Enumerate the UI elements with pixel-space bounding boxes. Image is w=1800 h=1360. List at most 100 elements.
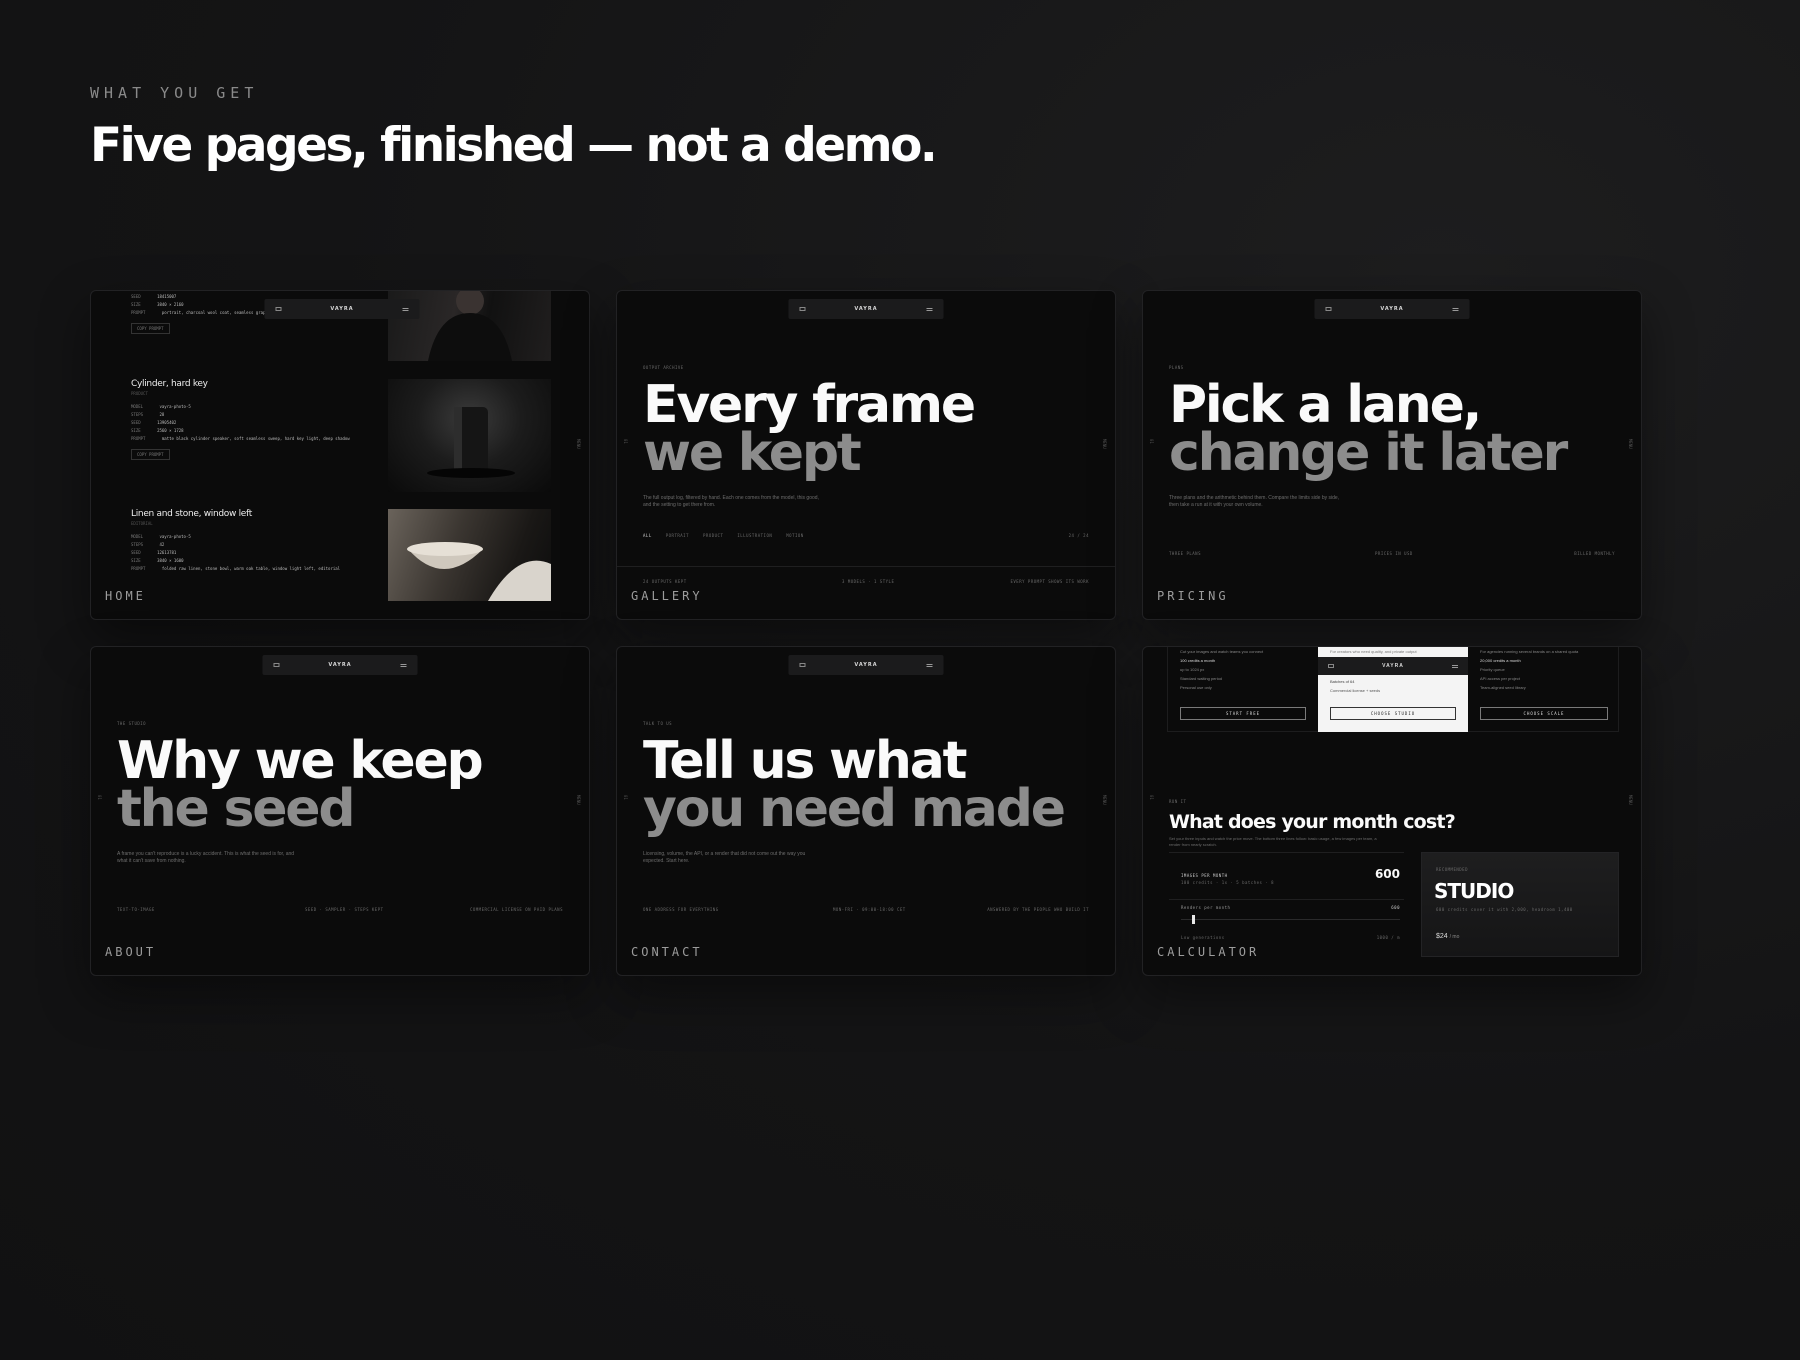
copy-prompt-button[interactable]: COPY PROMPT: [131, 323, 170, 334]
calc-intro: Set your three inputs and watch the pric…: [1169, 836, 1377, 847]
result-plan: STUDIO: [1434, 879, 1514, 903]
mini-nav: VAYRA: [264, 299, 420, 319]
gallery-headline: Every frame we kept: [643, 379, 976, 479]
mail-icon: [1328, 664, 1334, 668]
plan-line: 20,000 credits a month: [1480, 658, 1521, 663]
section-eyebrow: WHAT YOU GET: [90, 84, 259, 102]
about-footer-left: TEXT-TO-IMAGE: [117, 907, 155, 912]
contact-headline: Tell us what you need made: [643, 731, 1066, 839]
plan-line: For agencies running several brands on a…: [1480, 649, 1579, 654]
slider-min-label: Low generations: [1181, 935, 1225, 940]
side-tick: MENU: [1628, 795, 1633, 805]
gallery-count: 24 / 24: [1068, 533, 1089, 538]
meta-row: MODEL vayra-photo-5: [131, 404, 191, 409]
contact-eyebrow: TALK TO US: [643, 721, 673, 726]
pricing-footer-right: BILLED MONTHLY: [1574, 551, 1615, 556]
calc-inputs: IMAGES PER MONTH 100 credits · 1x · 5 ba…: [1169, 852, 1404, 942]
bowl-object: [407, 542, 551, 601]
bowl-photo: [388, 509, 551, 601]
result-panel: RECOMMENDED STUDIO 600 credits cover it …: [1421, 852, 1619, 957]
filter-all[interactable]: ALL: [643, 533, 652, 538]
about-intro: A frame you can't reproduce is a lucky a…: [117, 851, 295, 864]
side-tick: MENU: [1102, 795, 1107, 805]
start-free-button[interactable]: START FREE: [1180, 707, 1306, 720]
item-subtitle: EDITORIAL: [131, 521, 153, 526]
contact-footer-mid: MON-FRI · 09:00-18:00 CET: [833, 907, 906, 912]
card-label: HOME: [105, 589, 146, 603]
filter-motion[interactable]: MOTION: [786, 533, 803, 538]
item-title: Cylinder, hard key: [131, 379, 208, 389]
calc-eyebrow: RUN IT: [1169, 799, 1187, 804]
cylinder-photo: [388, 379, 551, 492]
mini-brand: VAYRA: [1382, 663, 1404, 669]
pricing-headline: Pick a lane, change it later: [1169, 375, 1568, 479]
mini-nav: VAYRA: [1318, 657, 1468, 675]
card-about[interactable]: VAYRA 01 MENU THE STUDIO Why we keep the…: [90, 646, 590, 976]
divider: [617, 566, 1115, 567]
filter-product[interactable]: PRODUCT: [703, 533, 723, 538]
pricing-footer-mid: PRICES IN USD: [1375, 551, 1413, 556]
card-calculator[interactable]: Cut your images and watch teams you conn…: [1142, 646, 1642, 976]
card-label: CONTACT: [631, 945, 703, 959]
cylinder-object: [427, 407, 515, 478]
plan-column: For agencies running several brands on a…: [1468, 647, 1620, 732]
mail-icon: [1325, 307, 1332, 311]
home-item-2: Linen and stone, window left EDITORIAL M…: [131, 509, 340, 573]
headline-line-1: Tell us what: [643, 731, 967, 791]
slider-thumb[interactable]: [1191, 915, 1195, 924]
home-item-1: Cylinder, hard key PRODUCT MODEL vayra-p…: [131, 379, 350, 461]
card-label: CALCULATOR: [1157, 945, 1260, 959]
copy-prompt-button[interactable]: COPY PROMPT: [131, 449, 170, 460]
page-title: Five pages, finished — not a demo.: [90, 118, 938, 173]
plan-line: up to 1024 px: [1180, 667, 1205, 672]
meta-row: STEPS 42: [131, 542, 165, 547]
about-eyebrow: THE STUDIO: [117, 721, 147, 726]
pricing-footer-left: THREE PLANS: [1169, 551, 1201, 556]
images-value: 600: [1374, 867, 1400, 881]
headline-line-2: the seed: [117, 779, 356, 839]
card-contact[interactable]: VAYRA 01 MENU TALK TO US Tell us what yo…: [616, 646, 1116, 976]
choose-scale-button[interactable]: CHOOSE SCALE: [1480, 707, 1608, 720]
pricing-eyebrow: PLANS: [1169, 365, 1184, 370]
meta-row: SIZE 2560 × 1728: [131, 428, 184, 433]
result-eyebrow: RECOMMENDED: [1436, 867, 1468, 872]
filter-portrait[interactable]: PORTRAIT: [666, 533, 689, 538]
contact-footer-right: ANSWERED BY THE PEOPLE WHO BUILD IT: [987, 907, 1089, 912]
plans-strip: Cut your images and watch teams you conn…: [1167, 647, 1619, 732]
contact-intro: Licensing, volume, the API, or a render …: [643, 851, 806, 864]
side-tick: MENU: [1102, 439, 1107, 449]
plan-line: 100 credits a month: [1180, 658, 1216, 663]
card-home[interactable]: VAYRA SEED 18415007 SIZE 3840 × 2160 PRO…: [90, 290, 590, 620]
plan-line: API access per project: [1480, 676, 1521, 681]
mini-nav: VAYRA: [262, 655, 418, 675]
calc-title: What does your month cost?: [1169, 811, 1456, 833]
plan-line: For creators who need quality, and priva…: [1330, 649, 1417, 654]
mini-brand: VAYRA: [330, 306, 354, 312]
side-tick: 01: [1149, 795, 1154, 800]
gallery-intro: The full output log, filtered by hand. E…: [643, 495, 819, 508]
mail-icon: [275, 307, 282, 311]
side-tick: 01: [97, 795, 102, 800]
meta-row: PROMPT portrait, charcoal wool coat, sea…: [131, 310, 278, 315]
contact-footer-left: ONE ADDRESS FOR EVERYTHING: [643, 907, 719, 912]
mini-nav: VAYRA: [788, 655, 944, 675]
meta-row: PROMPT matte black cylinder speaker, sof…: [131, 436, 350, 441]
mail-icon: [799, 307, 806, 311]
mail-icon: [273, 663, 280, 667]
renders-slider[interactable]: [1181, 915, 1400, 924]
item-title: Linen and stone, window left: [131, 509, 252, 519]
home-top-meta: SEED 18415007 SIZE 3840 × 2160 PROMPT po…: [131, 293, 277, 335]
result-note: 600 credits cover it with 2,000, headroo…: [1436, 907, 1573, 912]
mini-brand: VAYRA: [854, 306, 878, 312]
card-label: GALLERY: [631, 589, 703, 603]
card-gallery[interactable]: VAYRA 01 MENU OUTPUT ARCHIVE Every frame…: [616, 290, 1116, 620]
card-pricing[interactable]: VAYRA 01 MENU PLANS Pick a lane, change …: [1142, 290, 1642, 620]
side-tick: MENU: [576, 439, 581, 449]
headline-line-2: you need made: [643, 779, 1066, 839]
filter-illustration[interactable]: ILLUSTRATION: [737, 533, 772, 538]
menu-icon: [1452, 664, 1458, 668]
mini-brand: VAYRA: [1380, 306, 1404, 312]
choose-studio-button[interactable]: CHOOSE STUDIO: [1330, 707, 1456, 720]
headline-line-1: Pick a lane,: [1169, 375, 1482, 435]
plan-line: Standard waiting period: [1180, 676, 1223, 681]
